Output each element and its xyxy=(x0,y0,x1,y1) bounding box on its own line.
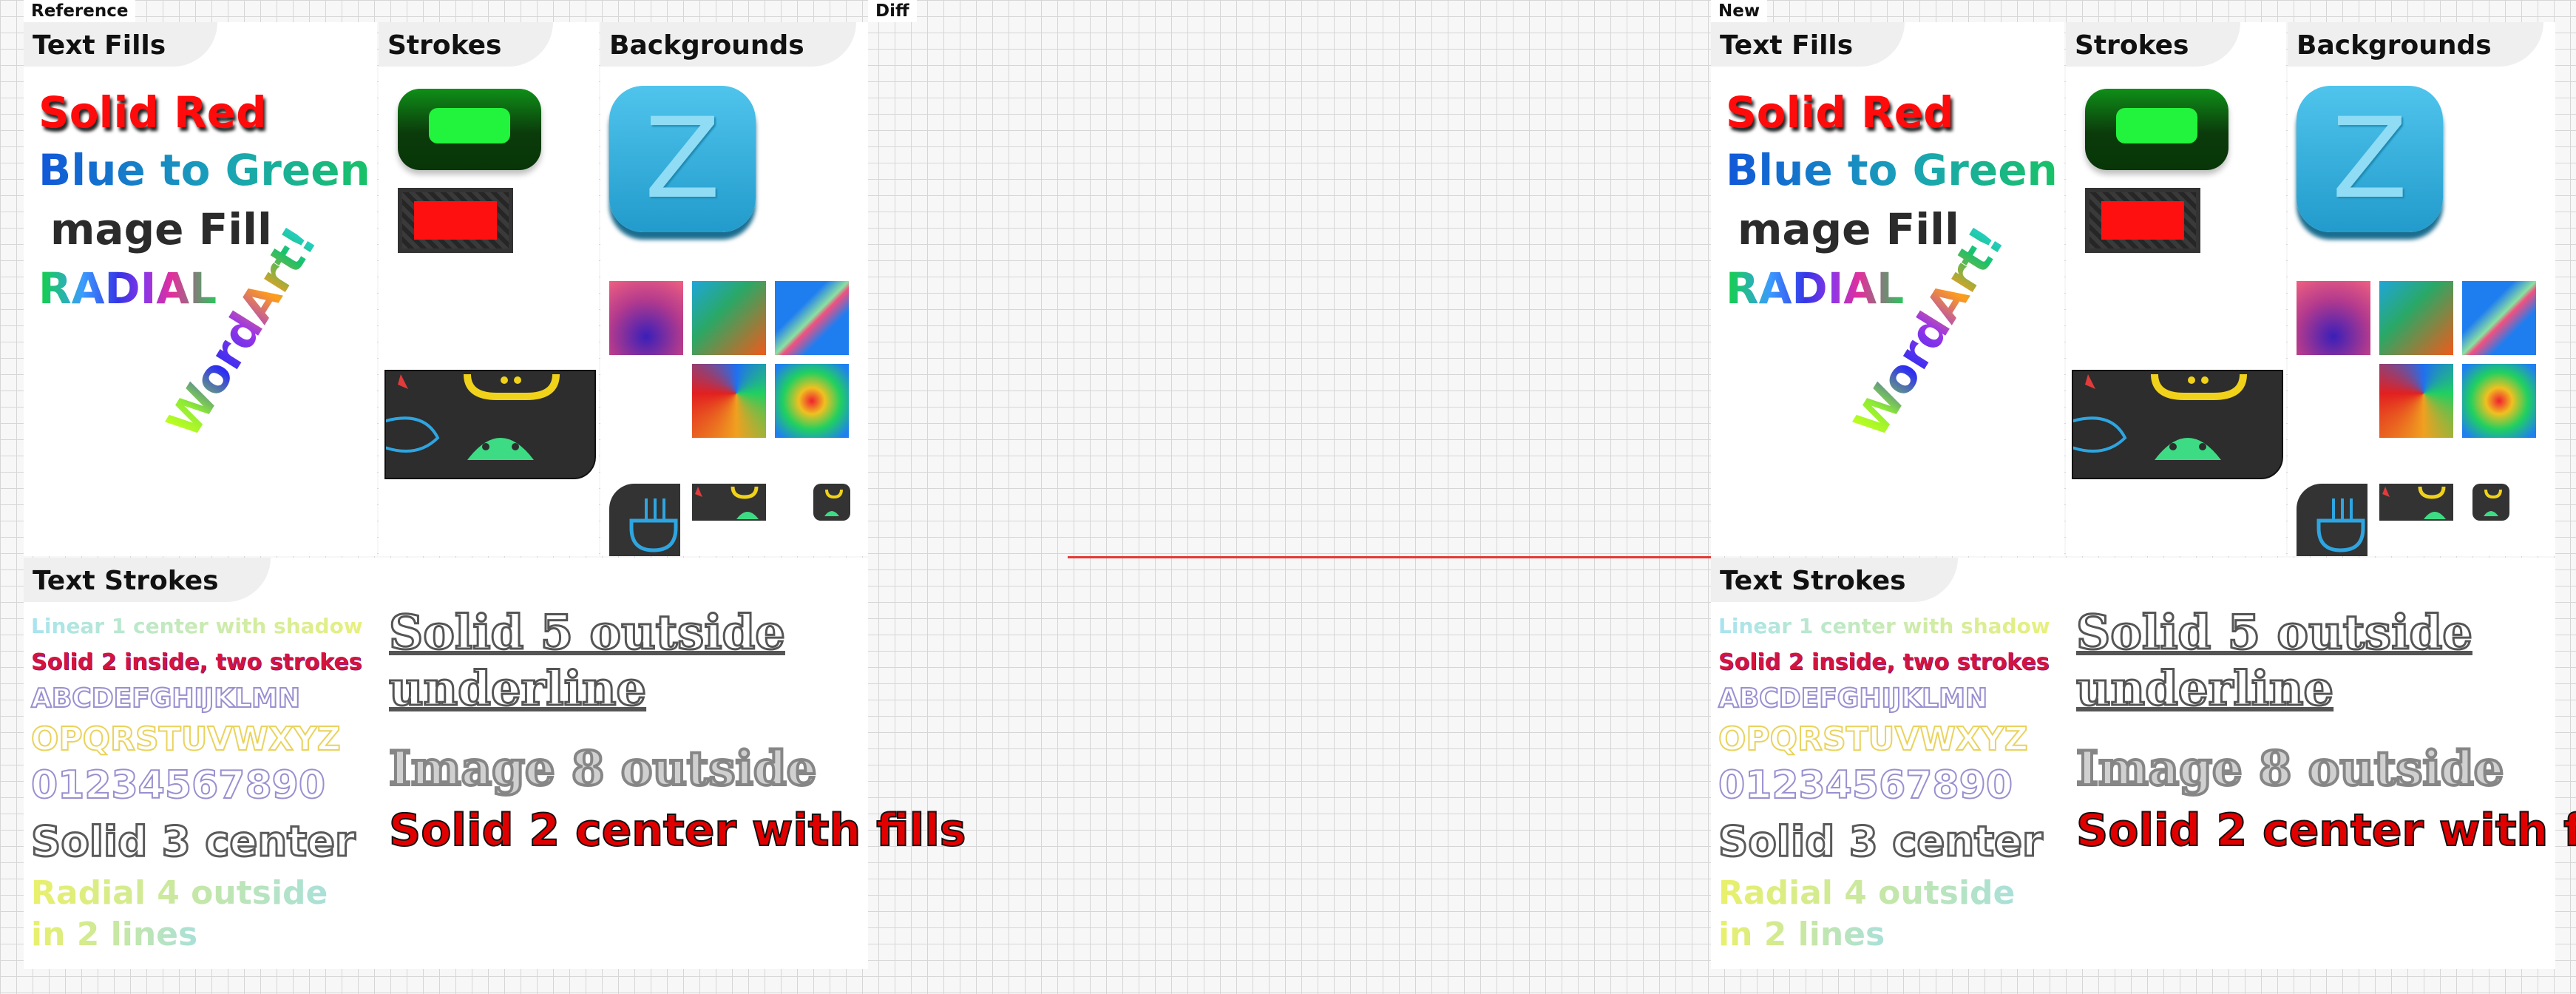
text-solid3: Solid 3 center xyxy=(30,817,357,868)
icon-letter: Z xyxy=(644,95,721,223)
text-image-fill: mage Fill xyxy=(50,204,272,254)
text-letters1: ABCDEFGHIJKLMN xyxy=(1718,683,1988,714)
bg-swatch-2 xyxy=(692,281,766,355)
text-radial: RADIAL xyxy=(38,263,217,314)
text-fills-section: Text Fills Solid Red Blue to Green mage … xyxy=(24,22,377,556)
text-solid2-fills: Solid 2 center with fills xyxy=(2075,804,2576,857)
text-solid-red: Solid Red xyxy=(38,87,267,138)
backgrounds-section: Backgrounds Z xyxy=(600,22,868,556)
reference-pane: Text Fills Solid Red Blue to Green mage … xyxy=(24,22,966,969)
bg-mini-icon-3 xyxy=(2472,484,2509,521)
text-strokes-section: Text Strokes Linear 1 center with shadow… xyxy=(24,558,966,969)
new-label: New xyxy=(1711,0,1768,22)
section-title: Strokes xyxy=(2066,22,2241,67)
text-solid3: Solid 3 center xyxy=(1718,817,2044,868)
text-digits: 01234567890 xyxy=(30,763,326,808)
bg-swatch-5 xyxy=(775,364,849,438)
section-title: Strokes xyxy=(379,22,554,67)
green-stroke-shape xyxy=(398,89,541,170)
text-image-fill: mage Fill xyxy=(1738,204,1959,254)
text-solid5-line1: Solid 5 outside xyxy=(2075,604,2474,662)
text-linear1: Linear 1 center with shadow xyxy=(31,614,363,638)
green-stroke-shape xyxy=(2085,89,2228,170)
backgrounds-section: Backgrounds Z xyxy=(2288,22,2555,556)
bg-mini-icon-2 xyxy=(2379,484,2453,521)
diff-label: Diff xyxy=(868,0,917,22)
diff-line xyxy=(1068,556,1711,558)
bg-mini-icon-1 xyxy=(609,484,680,556)
text-strokes-section: Text Strokes Linear 1 center with shadow… xyxy=(1711,558,2576,969)
bg-swatch-4 xyxy=(692,364,766,438)
text-radial4-line2: in 2 lines xyxy=(31,916,198,953)
app-icon-z: Z xyxy=(609,86,756,232)
section-title: Text Fills xyxy=(1711,22,1905,67)
icon-letter: Z xyxy=(2331,95,2408,223)
bg-swatch-4 xyxy=(2379,364,2453,438)
text-radial4-line2: in 2 lines xyxy=(1718,916,1885,953)
text-blue-green: Blue to Green xyxy=(1726,145,2058,195)
diff-pane xyxy=(868,22,1711,969)
text-radial: RADIAL xyxy=(1726,263,1905,314)
android-panel xyxy=(2072,370,2283,479)
text-letters1: ABCDEFGHIJKLMN xyxy=(30,683,301,714)
bg-swatch-1 xyxy=(2297,281,2370,355)
text-solid5-line2: underline xyxy=(387,660,647,718)
bg-mini-icon-2 xyxy=(692,484,766,521)
bg-swatch-3 xyxy=(2462,281,2536,355)
bg-mini-icon-3 xyxy=(813,484,850,521)
section-title: Text Strokes xyxy=(1711,558,1958,602)
strokes-section: Strokes xyxy=(379,22,599,556)
text-radial4-line1: Radial 4 outside xyxy=(31,874,328,912)
text-solid2: Solid 2 inside, two strokes xyxy=(31,649,362,675)
bg-swatch-5 xyxy=(2462,364,2536,438)
new-pane: Text Fills Solid Red Blue to Green mage … xyxy=(1711,22,2576,969)
text-solid5-line2: underline xyxy=(2075,660,2334,718)
text-radial4-line1: Radial 4 outside xyxy=(1718,874,2016,912)
text-linear1: Linear 1 center with shadow xyxy=(1718,614,2050,638)
section-title: Text Fills xyxy=(24,22,218,67)
text-letters2: OPQRSTUVWXYZ xyxy=(1718,720,2029,759)
app-icon-z: Z xyxy=(2297,86,2443,232)
strokes-section: Strokes xyxy=(2066,22,2286,556)
section-title: Backgrounds xyxy=(600,22,856,67)
bg-swatch-3 xyxy=(775,281,849,355)
text-solid5-line1: Solid 5 outside xyxy=(388,604,787,662)
text-image8: Image 8 outside xyxy=(387,740,818,798)
section-title: Text Strokes xyxy=(24,558,271,602)
bg-swatch-2 xyxy=(2379,281,2453,355)
text-solid2-fills: Solid 2 center with fills xyxy=(388,804,966,857)
text-digits: 01234567890 xyxy=(1718,763,2013,808)
image-stroke-shape xyxy=(2085,188,2200,253)
section-title: Backgrounds xyxy=(2288,22,2543,67)
text-image8: Image 8 outside xyxy=(2075,740,2505,798)
text-blue-green: Blue to Green xyxy=(38,145,370,195)
bg-swatch-1 xyxy=(609,281,683,355)
text-fills-section: Text Fills Solid Red Blue to Green mage … xyxy=(1711,22,2064,556)
reference-label: Reference xyxy=(24,0,136,22)
text-solid-red: Solid Red xyxy=(1726,87,1954,138)
text-letters2: OPQRSTUVWXYZ xyxy=(30,720,342,759)
text-solid2: Solid 2 inside, two strokes xyxy=(1718,649,2050,675)
image-stroke-shape xyxy=(398,188,513,253)
android-panel xyxy=(384,370,596,479)
bg-mini-icon-1 xyxy=(2297,484,2367,556)
